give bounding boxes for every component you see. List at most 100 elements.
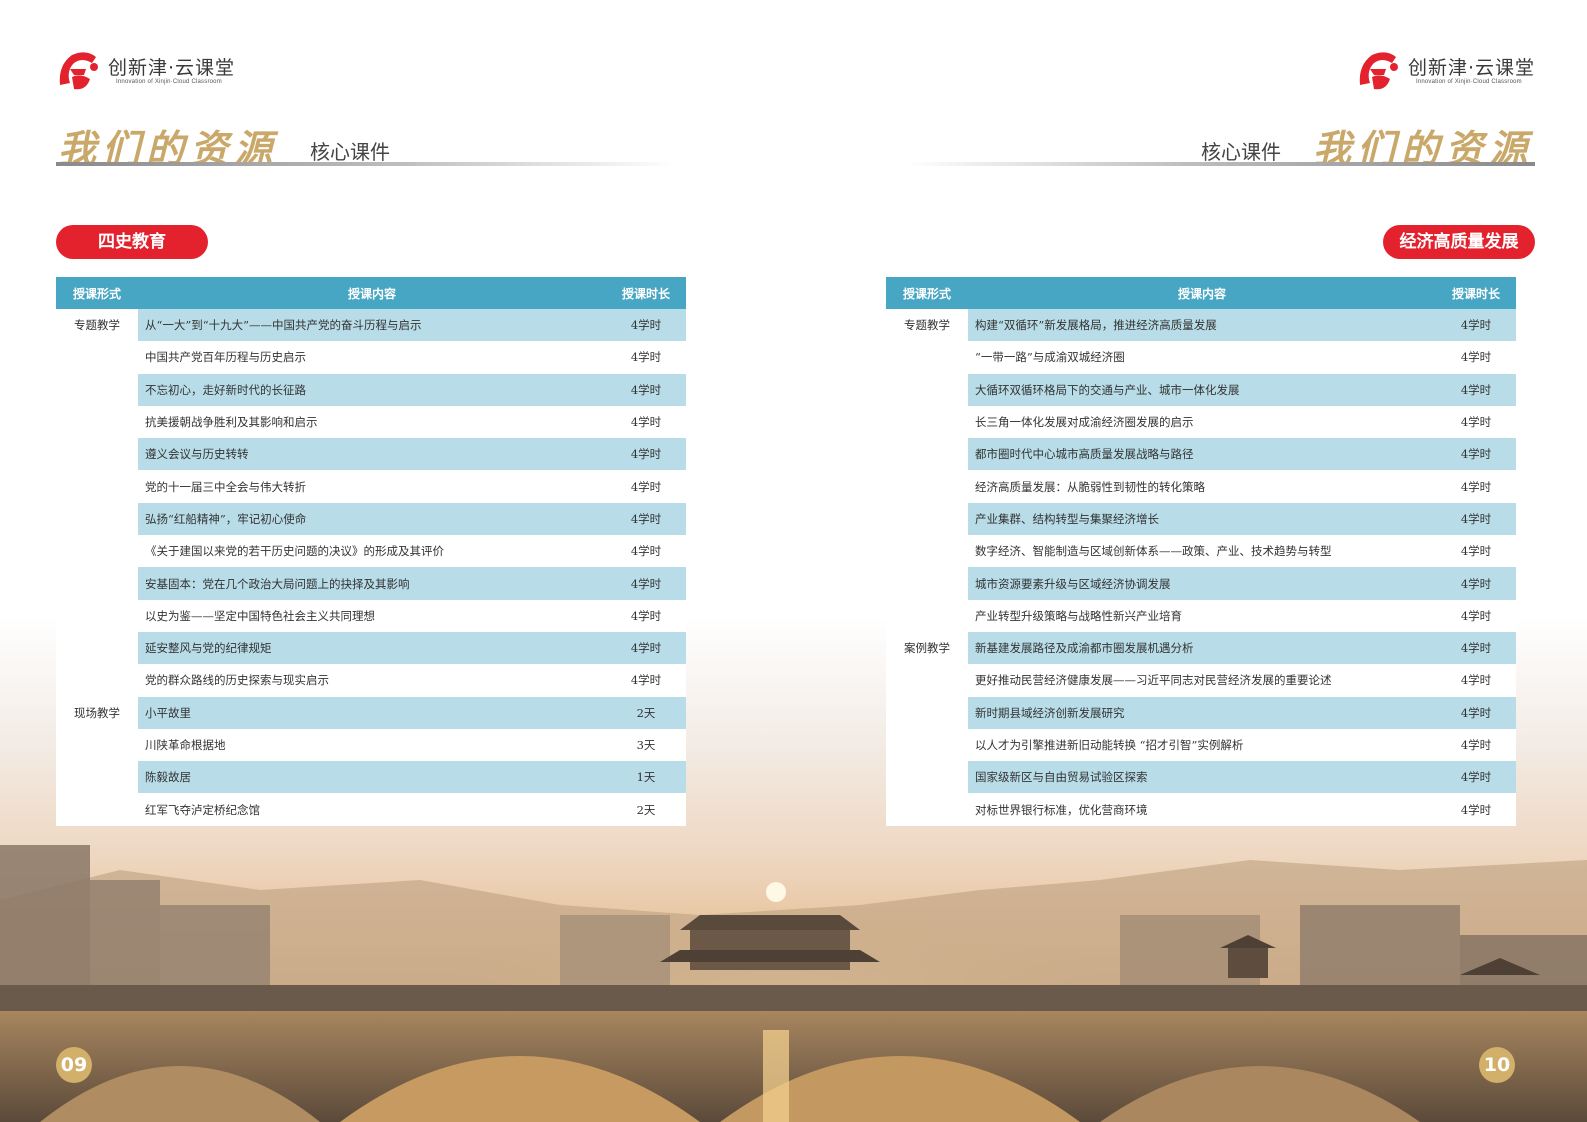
table-row: 经济高质量发展：从脆弱性到韧性的转化策略 4学时	[886, 470, 1516, 503]
row-content: 大循环双循环格局下的交通与产业、城市一体化发展	[968, 373, 1436, 406]
row-duration: 4学时	[1436, 405, 1516, 439]
row-content: 长三角一体化发展对成渝经济圈发展的启示	[968, 405, 1436, 439]
row-content: 都市圈时代中心城市高质量发展战略与路径	[968, 438, 1436, 471]
row-content: 抗美援朝战争胜利及其影响和启示	[138, 405, 606, 439]
row-duration: 4学时	[606, 664, 686, 697]
table-row: 新时期县域经济创新发展研究 4学时	[886, 696, 1516, 729]
row-duration: 4学时	[1436, 599, 1516, 632]
table-row: 抗美援朝战争胜利及其影响和启示 4学时	[56, 405, 686, 439]
row-duration: 4学时	[1436, 502, 1516, 536]
table-row: 延安整风与党的纪律规矩 4学时	[56, 631, 686, 665]
logo-subtitle: Innovation of Xinjin·Cloud Classroom	[116, 79, 222, 85]
row-content: 新基建发展路径及成渝都市圈发展机遇分析	[968, 631, 1436, 665]
row-format	[886, 373, 968, 406]
table-row: 专题教学 从“一大”到“十九大”——中国共产党的奋斗历程与启示 4学时	[56, 309, 686, 342]
row-duration: 4学时	[606, 631, 686, 665]
row-format	[886, 599, 968, 632]
row-duration: 4学时	[1436, 438, 1516, 471]
row-duration: 4学时	[1436, 664, 1516, 697]
header-duration: 授课时长	[606, 277, 686, 309]
row-duration: 4学时	[606, 373, 686, 406]
category-pill: 经济高质量发展	[1383, 225, 1535, 259]
row-format	[56, 502, 138, 536]
row-content: 小平故里	[138, 696, 606, 729]
table-header-row: 授课形式 授课内容 授课时长	[886, 277, 1516, 309]
table-row: 中国共产党百年历程与历史启示 4学时	[56, 341, 686, 374]
course-table-right: 授课形式 授课内容 授课时长 专题教学 构建“双循环”新发展格局，推进经济高质量发…	[886, 277, 1516, 826]
row-format	[886, 502, 968, 536]
table-row: 遵义会议与历史转转 4学时	[56, 438, 686, 471]
header-content: 授课内容	[968, 277, 1436, 309]
table-row: 国家级新区与自由贸易试验区探索 4学时	[886, 761, 1516, 794]
row-content: 延安整风与党的纪律规矩	[138, 631, 606, 665]
row-duration: 4学时	[606, 405, 686, 439]
table-row: 以史为鉴——坚定中国特色社会主义共同理想 4学时	[56, 599, 686, 632]
row-format: 现场教学	[56, 696, 138, 729]
course-table-left: 授课形式 授课内容 授课时长 专题教学 从“一大”到“十九大”——中国共产党的奋斗…	[56, 277, 686, 826]
row-format: 专题教学	[56, 309, 138, 342]
page-number: 10	[1479, 1047, 1515, 1083]
table-row: 更好推动民营经济健康发展——习近平同志对民营经济发展的重要论述 4学时	[886, 664, 1516, 697]
row-content: 城市资源要素升级与区域经济协调发展	[968, 567, 1436, 600]
table-header-row: 授课形式 授课内容 授课时长	[56, 277, 686, 309]
row-content: 数字经济、智能制造与区域创新体系——政策、产业、技术趋势与转型	[968, 535, 1436, 568]
row-format	[56, 535, 138, 568]
row-format	[56, 470, 138, 503]
table-row: 以人才为引擎推进新旧动能转换 “招才引智”实例解析 4学时	[886, 728, 1516, 762]
row-content: “一带一路”与成渝双城经济圈	[968, 341, 1436, 374]
headline-divider	[56, 162, 676, 166]
row-format	[56, 405, 138, 439]
table-row: 红军飞夺泸定桥纪念馆 2天	[56, 793, 686, 826]
logo-mark-icon	[59, 52, 98, 90]
table-row: 安基固本：党在几个政治大局问题上的抉择及其影响 4学时	[56, 567, 686, 600]
row-format: 案例教学	[886, 631, 968, 665]
table-row: 弘扬“红船精神”，牢记初心使命 4学时	[56, 502, 686, 536]
table-row: 《关于建国以来党的若干历史问题的决议》的形成及其评价 4学时	[56, 535, 686, 568]
row-duration: 4学时	[1436, 470, 1516, 503]
row-content: 从“一大”到“十九大”——中国共产党的奋斗历程与启示	[138, 309, 606, 342]
row-format: 专题教学	[886, 309, 968, 342]
row-content: 党的十一届三中全会与伟大转折	[138, 470, 606, 503]
table-row: 现场教学 小平故里 2天	[56, 696, 686, 729]
row-content: 经济高质量发展：从脆弱性到韧性的转化策略	[968, 470, 1436, 503]
row-duration: 4学时	[1436, 567, 1516, 600]
row-duration: 4学时	[606, 438, 686, 471]
headline-subtitle: 核心课件	[1201, 140, 1281, 164]
headline-subtitle: 核心课件	[310, 140, 390, 164]
section-headline: 核心课件 我们的资源	[905, 118, 1535, 171]
header-content: 授课内容	[138, 277, 606, 309]
row-content: 弘扬“红船精神”，牢记初心使命	[138, 502, 606, 536]
row-duration: 2天	[606, 793, 686, 826]
row-format	[56, 728, 138, 762]
header-format: 授课形式	[56, 277, 138, 309]
row-duration: 4学时	[1436, 696, 1516, 729]
row-format	[886, 793, 968, 826]
table-row: 川陕革命根据地 3天	[56, 728, 686, 762]
section-headline: 我们的资源 核心课件	[56, 118, 676, 171]
row-duration: 4学时	[606, 470, 686, 503]
row-content: 陈毅故居	[138, 761, 606, 794]
table-row: 产业集群、结构转型与集聚经济增长 4学时	[886, 502, 1516, 536]
table-row: 产业转型升级策略与战略性新兴产业培育 4学时	[886, 599, 1516, 632]
row-content: 党的群众路线的历史探索与现实启示	[138, 664, 606, 697]
row-content: 《关于建国以来党的若干历史问题的决议》的形成及其评价	[138, 535, 606, 568]
row-format	[886, 535, 968, 568]
logo-name: 创新津·云课堂	[1407, 57, 1535, 79]
row-content: 更好推动民营经济健康发展——习近平同志对民营经济发展的重要论述	[968, 664, 1436, 697]
row-format	[56, 664, 138, 697]
table-row: 数字经济、智能制造与区域创新体系——政策、产业、技术趋势与转型 4学时	[886, 535, 1516, 568]
table-row: 大循环双循环格局下的交通与产业、城市一体化发展 4学时	[886, 373, 1516, 406]
table-row: 案例教学 新基建发展路径及成渝都市圈发展机遇分析 4学时	[886, 631, 1516, 665]
header-duration: 授课时长	[1436, 277, 1516, 309]
row-content: 不忘初心，走好新时代的长征路	[138, 373, 606, 406]
row-format	[886, 470, 968, 503]
row-content: 红军飞夺泸定桥纪念馆	[138, 793, 606, 826]
page-number: 09	[56, 1047, 92, 1083]
row-format	[886, 567, 968, 600]
row-format	[56, 373, 138, 406]
table-row: “一带一路”与成渝双城经济圈 4学时	[886, 341, 1516, 374]
row-content: 以史为鉴——坚定中国特色社会主义共同理想	[138, 599, 606, 632]
row-format	[886, 405, 968, 439]
row-content: 构建“双循环”新发展格局，推进经济高质量发展	[968, 309, 1436, 342]
table-row: 对标世界银行标准，优化营商环境 4学时	[886, 793, 1516, 826]
